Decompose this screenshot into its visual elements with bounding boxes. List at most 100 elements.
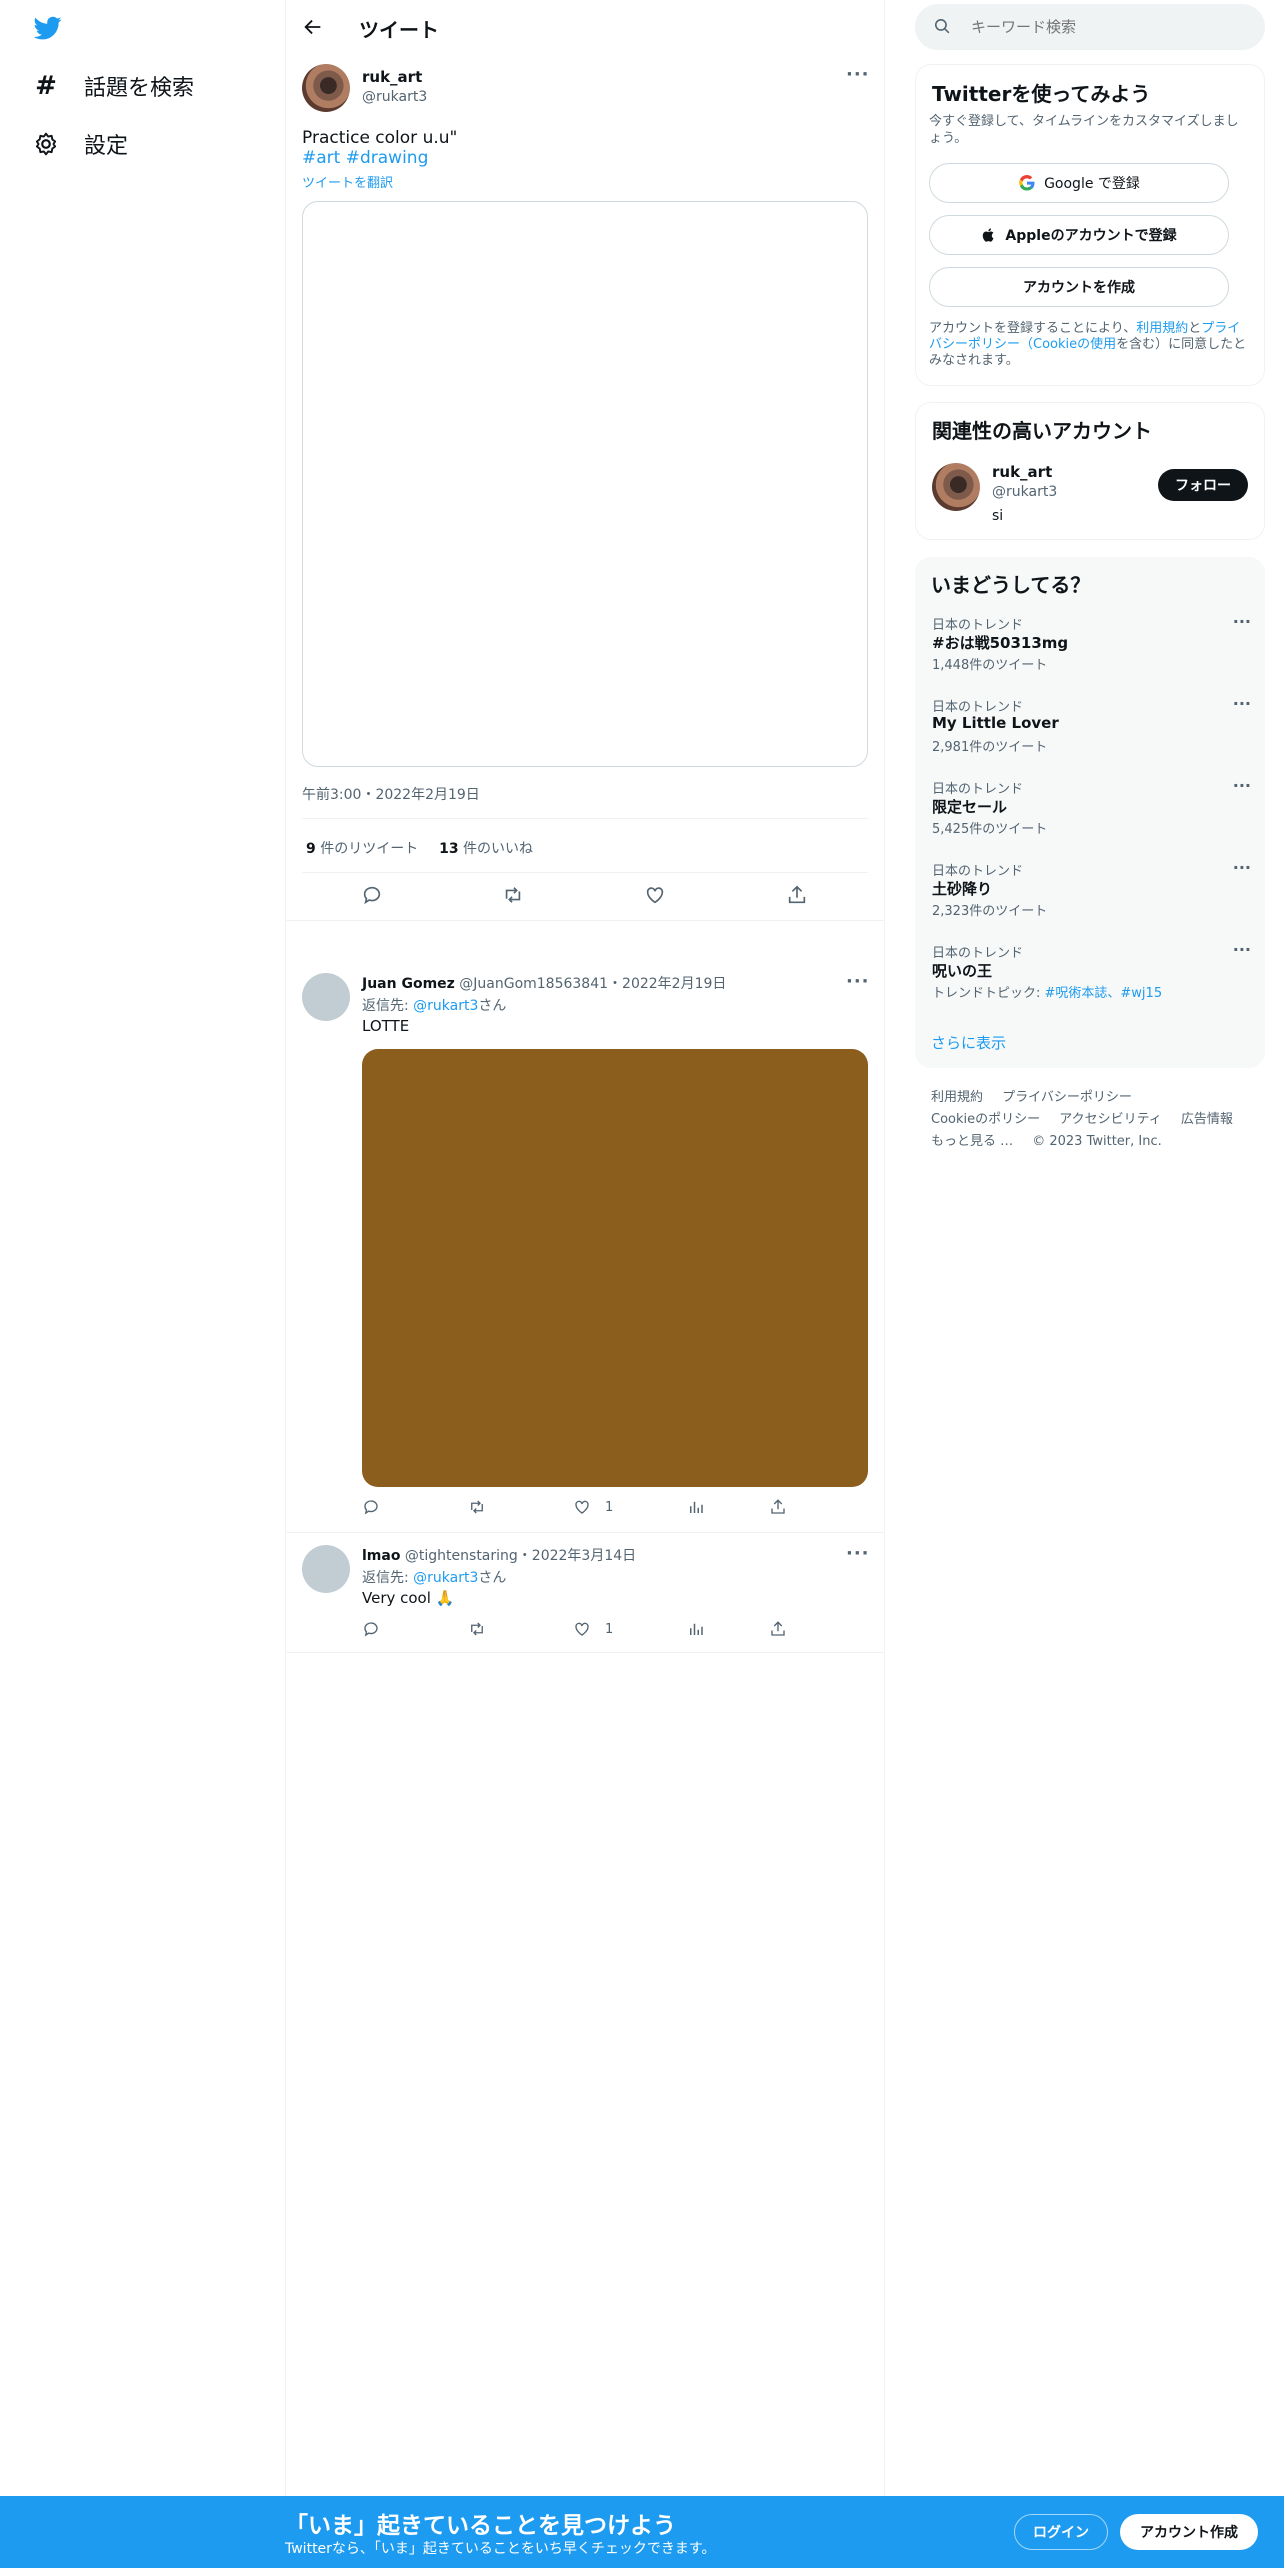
reply-to-suffix: さん (478, 998, 507, 1014)
show-more-link[interactable]: さらに表示 (931, 1032, 1006, 1053)
translate-link[interactable]: ツイートを翻訳 (302, 172, 393, 191)
related-display-name[interactable]: ruk_art (992, 463, 1052, 481)
related-handle[interactable]: @rukart3 (992, 484, 1057, 500)
reply-header: lmao @tightenstaring・2022年3月14日 (362, 1545, 636, 1565)
footer-link[interactable]: プライバシーポリシー (1002, 1090, 1132, 1105)
trend-more-button[interactable]: ··· (1233, 776, 1251, 795)
reply-icon[interactable] (362, 1498, 380, 1516)
reply-to-line: 返信先: @rukart3さん (362, 995, 506, 1015)
trend-more-button[interactable]: ··· (1233, 694, 1251, 713)
signup-legal: アカウントを登録することにより、利用規約とプライバシーポリシー（Cookieの使… (929, 321, 1249, 369)
main-column: ツイート ruk_art @rukart3 ··· Practice color… (285, 0, 885, 2500)
trend-name: #おは戦50313mg (932, 634, 1069, 652)
apple-signup-button[interactable]: Appleのアカウントで登録 (929, 215, 1229, 255)
legal-prefix: アカウントを登録することにより、 (929, 321, 1137, 336)
trend-more-button[interactable]: ··· (1233, 858, 1251, 877)
signup-button[interactable]: アカウント作成 (1120, 2514, 1258, 2550)
trend-name: 限定セール (932, 798, 1008, 816)
tweet-avatar[interactable] (302, 64, 350, 112)
login-button[interactable]: ログイン (1014, 2514, 1108, 2550)
footer-link[interactable]: 利用規約 (931, 1090, 983, 1105)
bottom-subline: Twitterなら、「いま」起きていることをいち早くチェックできます。 (285, 2541, 716, 2557)
tweet-timestamp[interactable]: 午前3:00・2022年2月19日 (302, 784, 480, 804)
views-icon[interactable] (687, 1498, 705, 1516)
search-box[interactable] (915, 4, 1265, 50)
terms-link[interactable]: 利用規約 (1136, 321, 1188, 336)
hashtag-link[interactable]: #drawing (346, 148, 429, 168)
reply-date[interactable]: ・2022年2月19日 (608, 976, 726, 992)
signup-subtitle: 今すぐ登録して、タイムラインをカスタマイズしましょう。 (929, 114, 1239, 146)
retweet-icon[interactable] (468, 1620, 486, 1638)
share-icon[interactable] (769, 1620, 787, 1638)
twitter-logo-icon[interactable] (32, 14, 64, 42)
trend-item[interactable]: 日本のトレンド #おは戦50313mg 1,448件のツイート ··· (915, 612, 1265, 688)
signup-title: Twitterを使ってみよう (932, 82, 1151, 106)
trend-name: My Little Lover (932, 714, 1059, 732)
reply-icon[interactable] (361, 884, 383, 906)
trend-category: 日本のトレンド (932, 782, 1024, 797)
trend-more-button[interactable]: ··· (1233, 940, 1251, 959)
like-icon[interactable] (573, 1498, 591, 1516)
reply-display-name[interactable]: lmao (362, 1548, 400, 1564)
reply-avatar[interactable] (302, 1545, 350, 1593)
follow-button[interactable]: フォロー (1158, 469, 1248, 501)
divider (302, 818, 868, 819)
related-avatar[interactable] (932, 463, 980, 511)
reply-handle[interactable]: @tightenstaring (405, 1548, 518, 1564)
gear-icon (32, 131, 60, 157)
trend-item[interactable]: 日本のトレンド 土砂降り 2,323件のツイート ··· (915, 858, 1265, 934)
reply-more-button[interactable]: ··· (846, 1543, 870, 1564)
reply-date[interactable]: ・2022年3月14日 (518, 1548, 636, 1564)
retweet-stat[interactable]: 9 件のリツイート (306, 841, 423, 857)
trend-more-button[interactable]: ··· (1233, 612, 1251, 631)
footer-link[interactable]: Cookieのポリシー (931, 1112, 1040, 1127)
like-stat[interactable]: 13 件のいいね (439, 841, 533, 857)
search-input[interactable] (971, 14, 1251, 40)
like-count: 13 (439, 841, 459, 857)
sidebar-footer: 利用規約 プライバシーポリシー Cookieのポリシー アクセシビリティ 広告情… (931, 1086, 1251, 1152)
trend-topic-prefix: トレンドトピック: (932, 986, 1045, 1001)
reply-icon[interactable] (362, 1620, 380, 1638)
reply-media[interactable] (362, 1049, 868, 1487)
trend-count: 2,323件のツイート (932, 904, 1048, 919)
trend-name: 土砂降り (932, 880, 993, 898)
hashtag-link[interactable]: #art (302, 148, 340, 168)
nav-item-settings[interactable]: 設定 (32, 128, 128, 160)
trend-topic-links[interactable]: #呪術本誌、#wj15 (1045, 986, 1163, 1001)
like-count: 1 (605, 1500, 614, 1515)
retweet-icon[interactable] (502, 884, 524, 906)
reply-more-button[interactable]: ··· (846, 971, 870, 992)
create-account-button[interactable]: アカウントを作成 (929, 267, 1229, 307)
retweet-icon[interactable] (468, 1498, 486, 1516)
share-icon[interactable] (769, 1498, 787, 1516)
trend-category: 日本のトレンド (932, 618, 1024, 633)
like-icon[interactable] (644, 884, 666, 906)
footer-link[interactable]: 広告情報 (1181, 1112, 1233, 1127)
trend-item[interactable]: 日本のトレンド My Little Lover 2,981件のツイート ··· (915, 694, 1265, 770)
like-count: 1 (605, 1622, 614, 1637)
footer-link[interactable]: アクセシビリティ (1059, 1112, 1162, 1127)
share-icon[interactable] (786, 884, 808, 906)
like-icon[interactable] (573, 1620, 591, 1638)
trend-item[interactable]: 日本のトレンド 呪いの王 トレンドトピック: #呪術本誌、#wj15 ··· (915, 940, 1265, 1016)
tweet-more-button[interactable]: ··· (846, 64, 870, 85)
reply-to-prefix: 返信先: (362, 1570, 414, 1586)
divider (302, 872, 868, 873)
trend-item[interactable]: 日本のトレンド 限定セール 5,425件のツイート ··· (915, 776, 1265, 852)
search-icon (933, 17, 952, 36)
like-label: 件のいいね (463, 841, 534, 857)
nav-item-explore[interactable]: # 話題を検索 (32, 70, 194, 102)
views-icon[interactable] (687, 1620, 705, 1638)
reply-display-name[interactable]: Juan Gomez (362, 976, 455, 992)
tweet-display-name[interactable]: ruk_art (362, 68, 422, 86)
reply-avatar[interactable] (302, 973, 350, 1021)
tweet-handle[interactable]: @rukart3 (362, 89, 427, 105)
footer-link[interactable]: もっと見る … (931, 1134, 1013, 1149)
tweet-media[interactable] (302, 201, 868, 767)
reply-to-mention[interactable]: @rukart3 (413, 1570, 478, 1586)
reply-handle[interactable]: @JuanGom18563841 (459, 976, 608, 992)
reply-text: LOTTE (362, 1017, 410, 1035)
reply-to-mention[interactable]: @rukart3 (413, 998, 478, 1014)
google-signup-button[interactable]: Google で登録 (929, 163, 1229, 203)
back-arrow-icon[interactable] (302, 16, 326, 40)
